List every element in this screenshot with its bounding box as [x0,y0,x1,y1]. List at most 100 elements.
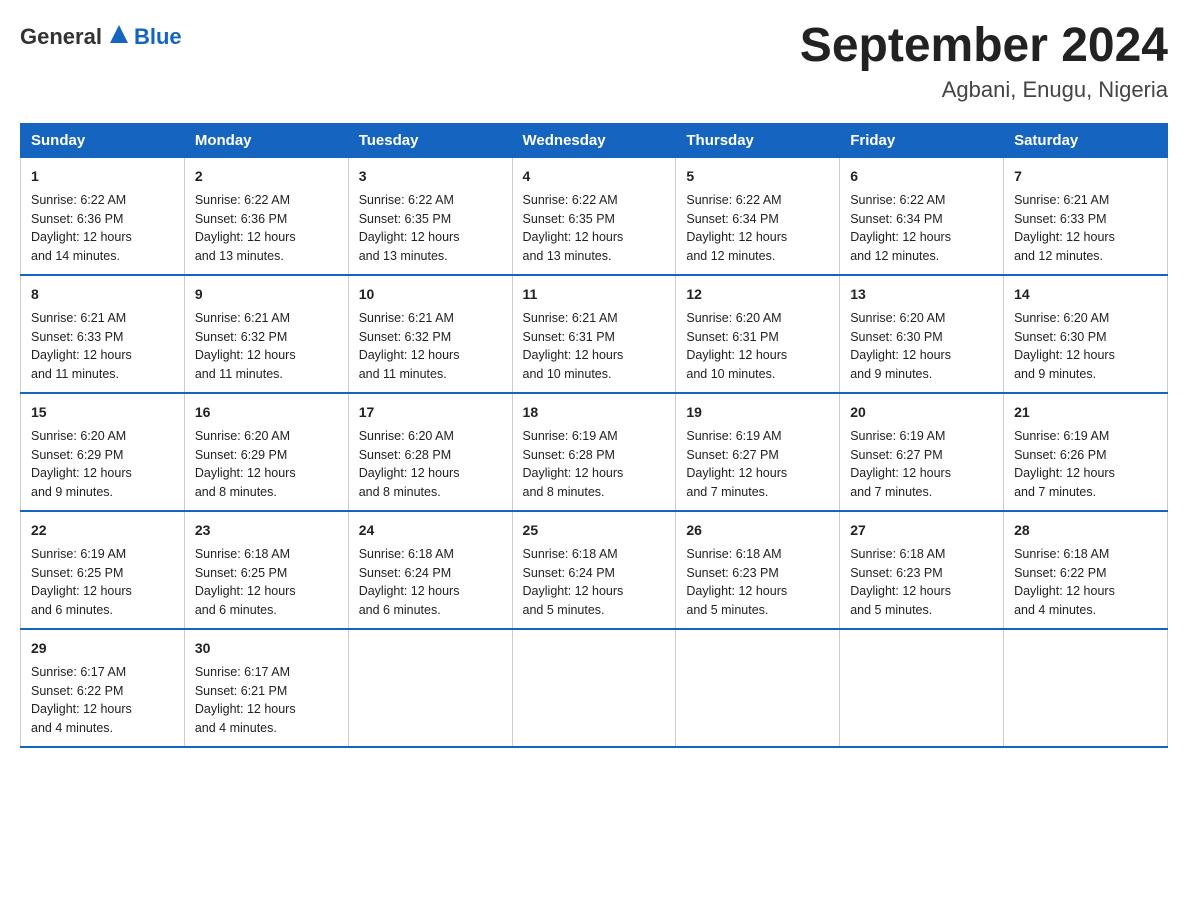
calendar-cell: 11Sunrise: 6:21 AMSunset: 6:31 PMDayligh… [512,275,676,393]
calendar-cell [676,629,840,747]
page-header: General Blue September 2024 Agbani, Enug… [20,20,1168,103]
day-info: Sunrise: 6:21 AMSunset: 6:32 PMDaylight:… [359,311,460,381]
day-info: Sunrise: 6:18 AMSunset: 6:23 PMDaylight:… [850,547,951,617]
calendar-week-1: 1Sunrise: 6:22 AMSunset: 6:36 PMDaylight… [21,157,1168,275]
day-info: Sunrise: 6:17 AMSunset: 6:21 PMDaylight:… [195,665,296,735]
calendar-cell: 19 Sunrise: 6:19 AMSunset: 6:27 PMDayligh… [676,393,840,511]
calendar-cell: 4 Sunrise: 6:22 AMSunset: 6:35 PMDaylight… [512,157,676,275]
header-thursday: Thursday [676,123,840,157]
day-number: 3 [359,166,502,187]
day-info: Sunrise: 6:18 AMSunset: 6:24 PMDaylight:… [359,547,460,617]
day-info: Sunrise: 6:22 AMSunset: 6:35 PMDaylight:… [359,193,460,263]
calendar-cell: 23 Sunrise: 6:18 AMSunset: 6:25 PMDayligh… [184,511,348,629]
calendar-cell: 17 Sunrise: 6:20 AMSunset: 6:28 PMDayligh… [348,393,512,511]
day-number: 30 [195,638,338,659]
calendar-cell [512,629,676,747]
calendar-header-row: SundayMondayTuesdayWednesdayThursdayFrid… [21,123,1168,157]
calendar-cell: 12 Sunrise: 6:20 AMSunset: 6:31 PMDayligh… [676,275,840,393]
day-info: Sunrise: 6:19 AMSunset: 6:27 PMDaylight:… [686,429,787,499]
calendar-cell: 1Sunrise: 6:22 AMSunset: 6:36 PMDaylight… [21,157,185,275]
day-info: Sunrise: 6:19 AMSunset: 6:28 PMDaylight:… [523,429,624,499]
day-number: 27 [850,520,993,541]
day-number: 29 [31,638,174,659]
day-number: 28 [1014,520,1157,541]
header-tuesday: Tuesday [348,123,512,157]
calendar-cell: 6 Sunrise: 6:22 AMSunset: 6:34 PMDaylight… [840,157,1004,275]
day-number: 26 [686,520,829,541]
day-number: 14 [1014,284,1157,305]
day-number: 5 [686,166,829,187]
day-number: 21 [1014,402,1157,423]
calendar-cell: 13 Sunrise: 6:20 AMSunset: 6:30 PMDayligh… [840,275,1004,393]
day-info: Sunrise: 6:21 AMSunset: 6:32 PMDaylight:… [195,311,296,381]
day-number: 12 [686,284,829,305]
day-info: Sunrise: 6:20 AMSunset: 6:30 PMDaylight:… [850,311,951,381]
day-number: 25 [523,520,666,541]
calendar-cell: 28 Sunrise: 6:18 AMSunset: 6:22 PMDayligh… [1004,511,1168,629]
calendar-cell: 7 Sunrise: 6:21 AMSunset: 6:33 PMDaylight… [1004,157,1168,275]
day-info: Sunrise: 6:18 AMSunset: 6:22 PMDaylight:… [1014,547,1115,617]
calendar-cell [840,629,1004,747]
day-info: Sunrise: 6:20 AMSunset: 6:31 PMDaylight:… [686,311,787,381]
day-number: 18 [523,402,666,423]
day-info: Sunrise: 6:22 AMSunset: 6:34 PMDaylight:… [850,193,951,263]
logo-blue: Blue [134,24,182,49]
day-number: 11 [523,284,666,305]
header-saturday: Saturday [1004,123,1168,157]
day-number: 19 [686,402,829,423]
day-info: Sunrise: 6:19 AMSunset: 6:27 PMDaylight:… [850,429,951,499]
calendar-cell: 16Sunrise: 6:20 AMSunset: 6:29 PMDayligh… [184,393,348,511]
calendar-cell: 22 Sunrise: 6:19 AMSunset: 6:25 PMDayligh… [21,511,185,629]
day-info: Sunrise: 6:21 AMSunset: 6:33 PMDaylight:… [1014,193,1115,263]
calendar-cell [1004,629,1168,747]
calendar-cell: 3 Sunrise: 6:22 AMSunset: 6:35 PMDaylight… [348,157,512,275]
day-number: 17 [359,402,502,423]
day-number: 20 [850,402,993,423]
calendar-cell [348,629,512,747]
day-number: 13 [850,284,993,305]
day-info: Sunrise: 6:21 AMSunset: 6:33 PMDaylight:… [31,311,132,381]
day-number: 23 [195,520,338,541]
day-number: 6 [850,166,993,187]
calendar-week-3: 15 Sunrise: 6:20 AMSunset: 6:29 PMDayligh… [21,393,1168,511]
day-info: Sunrise: 6:18 AMSunset: 6:25 PMDaylight:… [195,547,296,617]
calendar-cell: 25 Sunrise: 6:18 AMSunset: 6:24 PMDayligh… [512,511,676,629]
calendar-cell: 26 Sunrise: 6:18 AMSunset: 6:23 PMDayligh… [676,511,840,629]
day-info: Sunrise: 6:20 AMSunset: 6:29 PMDaylight:… [31,429,132,499]
header-sunday: Sunday [21,123,185,157]
calendar-cell: 14 Sunrise: 6:20 AMSunset: 6:30 PMDayligh… [1004,275,1168,393]
logo: General Blue [20,20,182,50]
day-info: Sunrise: 6:20 AMSunset: 6:30 PMDaylight:… [1014,311,1115,381]
day-info: Sunrise: 6:18 AMSunset: 6:23 PMDaylight:… [686,547,787,617]
title-area: September 2024 Agbani, Enugu, Nigeria [800,20,1168,103]
calendar-week-5: 29Sunrise: 6:17 AMSunset: 6:22 PMDayligh… [21,629,1168,747]
day-number: 4 [523,166,666,187]
day-number: 10 [359,284,502,305]
day-number: 8 [31,284,174,305]
calendar-week-2: 8 Sunrise: 6:21 AMSunset: 6:33 PMDaylight… [21,275,1168,393]
calendar-cell: 21 Sunrise: 6:19 AMSunset: 6:26 PMDayligh… [1004,393,1168,511]
calendar-cell: 29Sunrise: 6:17 AMSunset: 6:22 PMDayligh… [21,629,185,747]
calendar-cell: 5Sunrise: 6:22 AMSunset: 6:34 PMDaylight… [676,157,840,275]
day-info: Sunrise: 6:22 AMSunset: 6:35 PMDaylight:… [523,193,624,263]
header-monday: Monday [184,123,348,157]
logo-text: General [20,23,130,50]
logo-icon [108,23,130,45]
calendar-cell: 27 Sunrise: 6:18 AMSunset: 6:23 PMDayligh… [840,511,1004,629]
day-info: Sunrise: 6:20 AMSunset: 6:28 PMDaylight:… [359,429,460,499]
day-number: 7 [1014,166,1157,187]
calendar-cell: 24Sunrise: 6:18 AMSunset: 6:24 PMDayligh… [348,511,512,629]
day-info: Sunrise: 6:22 AMSunset: 6:36 PMDaylight:… [195,193,296,263]
month-title: September 2024 [800,20,1168,73]
day-info: Sunrise: 6:18 AMSunset: 6:24 PMDaylight:… [523,547,624,617]
calendar-week-4: 22 Sunrise: 6:19 AMSunset: 6:25 PMDayligh… [21,511,1168,629]
logo-general: General [20,24,102,50]
day-number: 22 [31,520,174,541]
day-info: Sunrise: 6:19 AMSunset: 6:25 PMDaylight:… [31,547,132,617]
day-info: Sunrise: 6:19 AMSunset: 6:26 PMDaylight:… [1014,429,1115,499]
location: Agbani, Enugu, Nigeria [800,77,1168,103]
calendar-cell: 9Sunrise: 6:21 AMSunset: 6:32 PMDaylight… [184,275,348,393]
calendar-cell: 10 Sunrise: 6:21 AMSunset: 6:32 PMDayligh… [348,275,512,393]
calendar-cell: 15 Sunrise: 6:20 AMSunset: 6:29 PMDayligh… [21,393,185,511]
day-number: 15 [31,402,174,423]
